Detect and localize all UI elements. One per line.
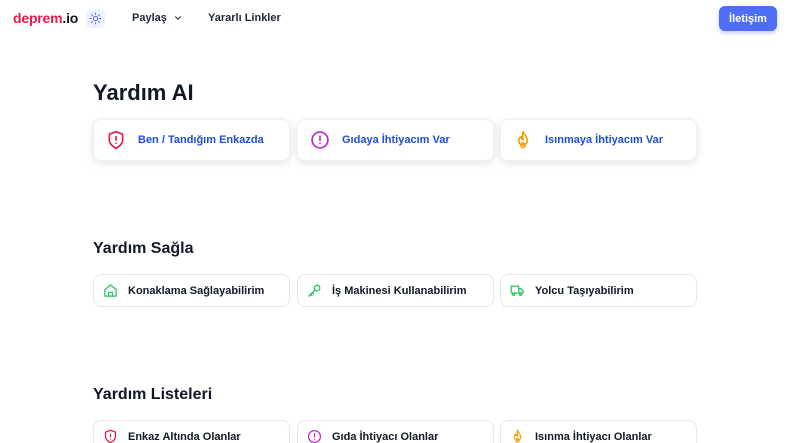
sun-icon xyxy=(89,12,102,25)
nav-share-label: Paylaş xyxy=(132,12,167,24)
alert-circle-icon xyxy=(310,130,330,150)
card-ai-isinma-label: Isınmaya İhtiyacım Var xyxy=(545,134,664,146)
card-yolcu[interactable]: Yolcu Taşıyabilirim xyxy=(500,274,697,307)
card-is-makinesi-label: İş Makinesi Kullanabilirim xyxy=(332,284,467,297)
card-ai-gida[interactable]: Gıdaya İhtiyacım Var xyxy=(297,119,494,161)
card-list-isinma-label: Isınma İhtiyacı Olanlar xyxy=(535,430,652,443)
shield-alert-icon xyxy=(103,429,118,443)
card-list-enkaz-label: Enkaz Altında Olanlar xyxy=(128,430,241,443)
card-ai-enkaz[interactable]: Ben / Tandığım Enkazda xyxy=(93,119,290,161)
contact-button[interactable]: İletişim xyxy=(719,6,777,31)
card-konaklama-label: Konaklama Sağlayabilirim xyxy=(128,284,265,297)
chevron-down-icon xyxy=(173,13,183,23)
flame-icon xyxy=(513,130,533,150)
site-logo[interactable]: deprem.io xyxy=(13,10,78,26)
home-icon xyxy=(103,283,118,298)
key-icon xyxy=(307,283,322,298)
card-ai-isinma[interactable]: Isınmaya İhtiyacım Var xyxy=(500,119,697,161)
nav-useful-links-label: Yararlı Linkler xyxy=(208,12,281,24)
theme-toggle-button[interactable] xyxy=(86,9,105,28)
card-ai-gida-label: Gıdaya İhtiyacım Var xyxy=(342,134,450,146)
flame-icon xyxy=(510,429,525,443)
card-list-isinma[interactable]: Isınma İhtiyacı Olanlar xyxy=(500,420,697,443)
section-title-yardim-listeleri: Yardım Listeleri xyxy=(93,386,213,403)
alert-circle-icon xyxy=(307,429,322,443)
card-list-enkaz[interactable]: Enkaz Altında Olanlar xyxy=(93,420,290,443)
card-list-gida-label: Gıda İhtiyacı Olanlar xyxy=(332,430,439,443)
nav-useful-links[interactable]: Yararlı Linkler xyxy=(208,12,281,24)
card-list-gida[interactable]: Gıda İhtiyacı Olanlar xyxy=(297,420,494,443)
logo-text-primary: deprem xyxy=(13,10,63,26)
card-yolcu-label: Yolcu Taşıyabilirim xyxy=(535,284,634,297)
logo-text-suffix: .io xyxy=(62,10,79,26)
nav-share-dropdown[interactable]: Paylaş xyxy=(132,12,183,24)
truck-icon xyxy=(510,283,525,298)
card-is-makinesi[interactable]: İş Makinesi Kullanabilirim xyxy=(297,274,494,307)
card-konaklama[interactable]: Konaklama Sağlayabilirim xyxy=(93,274,290,307)
section-title-yardim-ai: Yardım AI xyxy=(93,80,194,105)
shield-alert-icon xyxy=(106,130,126,150)
section-title-yardim-sagla: Yardım Sağla xyxy=(93,240,194,257)
card-ai-enkaz-label: Ben / Tandığım Enkazda xyxy=(138,134,264,146)
top-navbar: deprem.io Paylaş Yararlı Linkler İletişi… xyxy=(0,0,788,38)
